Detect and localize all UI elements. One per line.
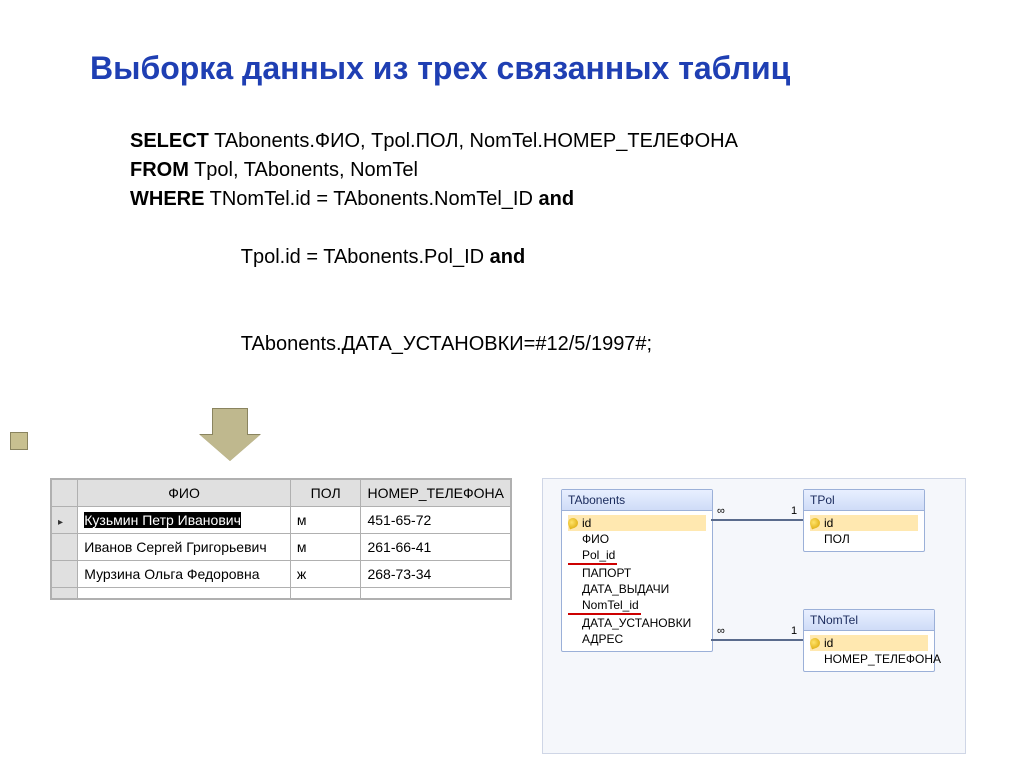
schema-title-tnomtel: TNomTel (804, 610, 934, 631)
field-id: id (568, 515, 706, 531)
result-table: ФИО ПОЛ НОМЕР_ТЕЛЕФОНА Кузьмин Петр Иван… (50, 478, 512, 600)
sql-query: SELECT TAbonents.ФИО, Tpol.ПОЛ, NomTel.Н… (130, 127, 974, 388)
arrow-down-icon (200, 408, 260, 468)
cell-pol: ж (290, 561, 361, 588)
relation-line (711, 639, 771, 641)
schema-box-tpol[interactable]: TPol id ПОЛ (803, 489, 925, 552)
schema-box-tnomtel[interactable]: TNomTel id НОМЕР_ТЕЛЕФОНА (803, 609, 935, 672)
table-row[interactable]: Мурзина Ольга Федоровна ж 268-73-34 (52, 561, 511, 588)
cell-fio: Кузьмин Петр Иванович (78, 507, 291, 534)
sql-line4: Tpol.id = TAbonents.Pol_ID (163, 246, 489, 268)
schema-diagram: TAbonents id ФИО Pol_id ПАПОРТ ДАТА_ВЫДА… (542, 478, 966, 754)
col-fio: ФИО (78, 480, 291, 507)
schema-title-tpol: TPol (804, 490, 924, 511)
sql-line1: TAbonents.ФИО, Tpol.ПОЛ, NomTel.НОМЕР_ТЕ… (209, 130, 738, 152)
kw-select: SELECT (130, 130, 209, 152)
row-indicator-icon (52, 507, 78, 534)
schema-box-tabonents[interactable]: TAbonents id ФИО Pol_id ПАПОРТ ДАТА_ВЫДА… (561, 489, 713, 652)
field-tnomtel-num: НОМЕР_ТЕЛЕФОНА (810, 651, 928, 667)
table-row[interactable]: Иванов Сергей Григорьевич м 261-66-41 (52, 534, 511, 561)
table-row[interactable]: Кузьмин Петр Иванович м 451-65-72 (52, 507, 511, 534)
field-tpol-pol: ПОЛ (810, 531, 918, 547)
field-fio: ФИО (568, 531, 706, 547)
field-date-install: ДАТА_УСТАНОВКИ (568, 615, 706, 631)
relation-line (771, 639, 803, 641)
field-address: АДРЕС (568, 631, 706, 647)
cell-fio: Иванов Сергей Григорьевич (78, 534, 291, 561)
bullet-icon (10, 432, 28, 450)
field-tpol-id: id (810, 515, 918, 531)
table-header-row: ФИО ПОЛ НОМЕР_ТЕЛЕФОНА (52, 480, 511, 507)
col-pol: ПОЛ (290, 480, 361, 507)
cell-tel: 268-73-34 (361, 561, 511, 588)
rel-many-label: ∞ (715, 505, 727, 517)
kw-and1: and (539, 188, 575, 210)
field-tnomtel-id: id (810, 635, 928, 651)
field-pol-id: Pol_id (568, 547, 617, 565)
rel-many-label2: ∞ (715, 625, 727, 637)
page-title: Выборка данных из трех связанных таблиц (90, 50, 974, 87)
rel-one-label2: 1 (789, 625, 799, 637)
kw-from: FROM (130, 159, 189, 181)
cell-tel: 261-66-41 (361, 534, 511, 561)
sql-line3a: TNomTel.id = TAbonents.NomTel_ID (204, 188, 538, 210)
field-date-issued: ДАТА_ВЫДАЧИ (568, 581, 706, 597)
rel-one-label: 1 (789, 505, 799, 517)
kw-and2: and (490, 246, 526, 268)
relation-line (711, 519, 803, 521)
cell-tel: 451-65-72 (361, 507, 511, 534)
sql-line2: Tpol, TAbonents, NomTel (189, 159, 418, 181)
schema-title-tabonents: TAbonents (562, 490, 712, 511)
field-passport: ПАПОРТ (568, 565, 706, 581)
cell-fio: Мурзина Ольга Федоровна (78, 561, 291, 588)
kw-where: WHERE (130, 188, 204, 210)
cell-pol: м (290, 534, 361, 561)
sql-line5: TAbonents.ДАТА_УСТАНОВКИ=#12/5/1997#; (163, 333, 652, 355)
cell-pol: м (290, 507, 361, 534)
col-tel: НОМЕР_ТЕЛЕФОНА (361, 480, 511, 507)
table-row-empty (52, 588, 511, 599)
field-nomtel-id: NomTel_id (568, 597, 641, 615)
